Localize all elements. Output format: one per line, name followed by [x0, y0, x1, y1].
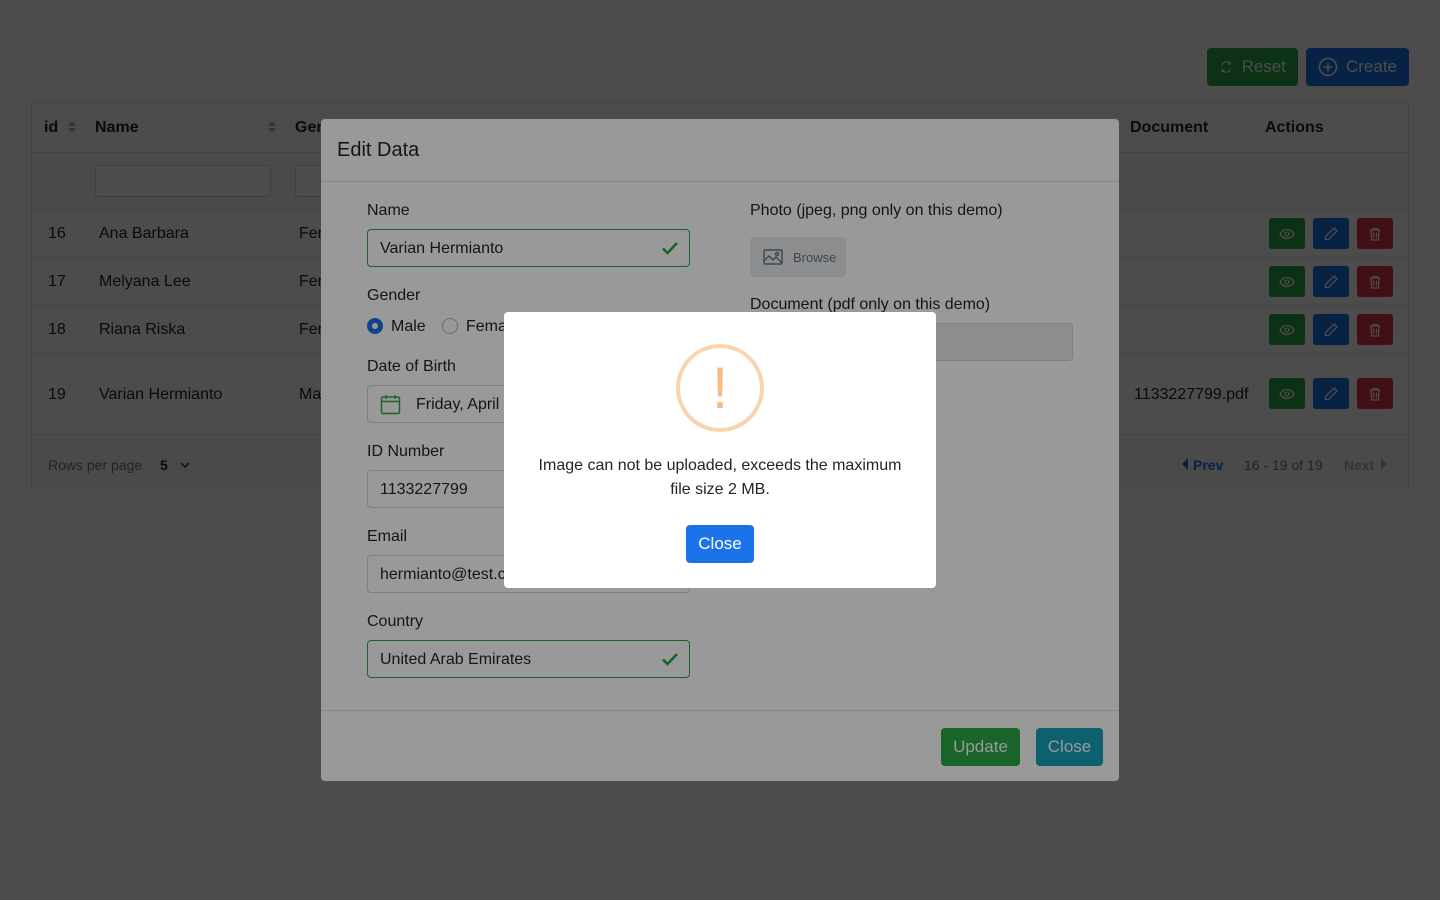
warning-glyph: ! [711, 355, 729, 421]
alert-close-button[interactable]: Close [686, 525, 754, 563]
alert-dialog: ! Image can not be uploaded, exceeds the… [504, 312, 936, 588]
alert-message: Image can not be uploaded, exceeds the m… [538, 457, 902, 498]
warning-icon: ! [676, 344, 764, 432]
